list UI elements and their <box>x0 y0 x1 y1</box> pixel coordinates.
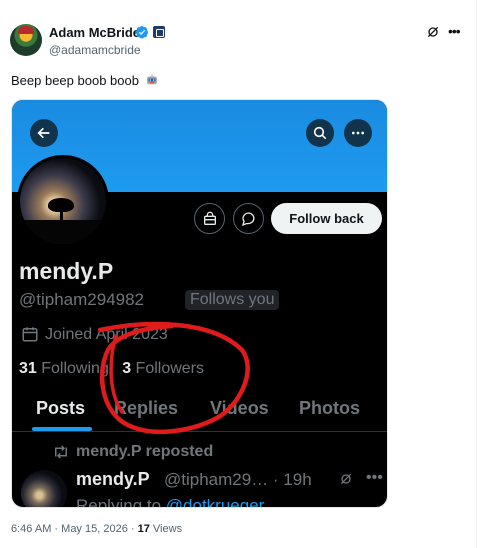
followers-label: Followers <box>135 360 205 377</box>
following-count: 31 <box>19 360 37 377</box>
meta-separator-2: · <box>130 523 135 535</box>
followers-link[interactable]: 3 Followers <box>122 360 204 377</box>
post-grok-icon[interactable] <box>338 471 354 487</box>
author-avatar[interactable] <box>10 24 42 56</box>
post-avatar[interactable] <box>21 470 67 507</box>
following-link[interactable]: 31 Following <box>19 360 109 377</box>
repost-icon <box>55 445 67 459</box>
follows-you-badge: Follows you <box>185 290 280 310</box>
replying-to: Replying to @dotkrueger <box>76 496 265 508</box>
tab-replies[interactable]: Replies <box>114 398 178 419</box>
views-label: Views <box>152 523 183 535</box>
replying-prefix: Replying to <box>76 496 162 508</box>
search-icon <box>313 126 327 140</box>
follow-stats: 31 Following 3 Followers <box>19 360 204 378</box>
follow-back-button[interactable]: Follow back <box>271 203 382 234</box>
post-author[interactable]: mendy.P <box>76 469 150 490</box>
shop-button[interactable] <box>194 203 225 234</box>
profile-more-button[interactable] <box>344 119 372 147</box>
shopping-bag-icon <box>203 211 216 225</box>
tab-photos[interactable]: Photos <box>299 398 360 419</box>
calendar-icon <box>22 327 38 342</box>
tweet-meta: 6:46 AM · May 15, 2026 · 17 Views <box>11 523 182 535</box>
tab-videos[interactable]: Videos <box>210 398 269 419</box>
profile-name: mendy.P <box>19 258 114 284</box>
author-handle[interactable]: @adamamcbride <box>49 43 141 57</box>
repost-label: mendy.P reposted <box>76 443 214 460</box>
media-image[interactable]: Follow back mendy.P @tipham294982 Follow… <box>11 99 388 508</box>
replying-mention[interactable]: @dotkrueger <box>166 496 265 507</box>
profile-avatar[interactable] <box>17 155 109 247</box>
views-count: 17 <box>137 523 150 535</box>
robot-icon <box>146 74 157 85</box>
timeline-border <box>476 0 477 548</box>
grok-icon[interactable] <box>425 24 441 40</box>
verified-badge-icon <box>135 26 149 39</box>
author-name[interactable]: Adam McBride <box>49 25 140 40</box>
meta-separator: · <box>54 523 59 535</box>
tweet-text-content: Beep beep boob boob <box>11 73 139 88</box>
tweet-date[interactable]: May 15, 2026 <box>61 523 128 535</box>
search-button[interactable] <box>306 119 334 147</box>
tweet-time[interactable]: 6:46 AM <box>11 523 51 535</box>
tweet-text: Beep beep boob boob <box>11 73 159 88</box>
affiliation-icon[interactable] <box>153 26 165 38</box>
arrow-left-icon <box>37 127 50 139</box>
active-tab-indicator <box>32 427 92 431</box>
joined-date: Joined April 2023 <box>45 326 168 343</box>
post-more-icon[interactable]: ••• <box>366 469 383 487</box>
message-button[interactable] <box>233 203 264 234</box>
post-handle-time: @tipham29… · 19h <box>164 470 312 489</box>
tab-posts[interactable]: Posts <box>36 398 85 419</box>
profile-handle: @tipham294982 <box>19 290 145 309</box>
chat-bubble-icon <box>241 211 254 226</box>
back-button[interactable] <box>30 119 58 147</box>
following-label: Following <box>41 360 109 377</box>
more-options-icon[interactable]: ••• <box>448 24 464 40</box>
more-dots-icon <box>352 131 364 135</box>
followers-count: 3 <box>122 360 132 377</box>
